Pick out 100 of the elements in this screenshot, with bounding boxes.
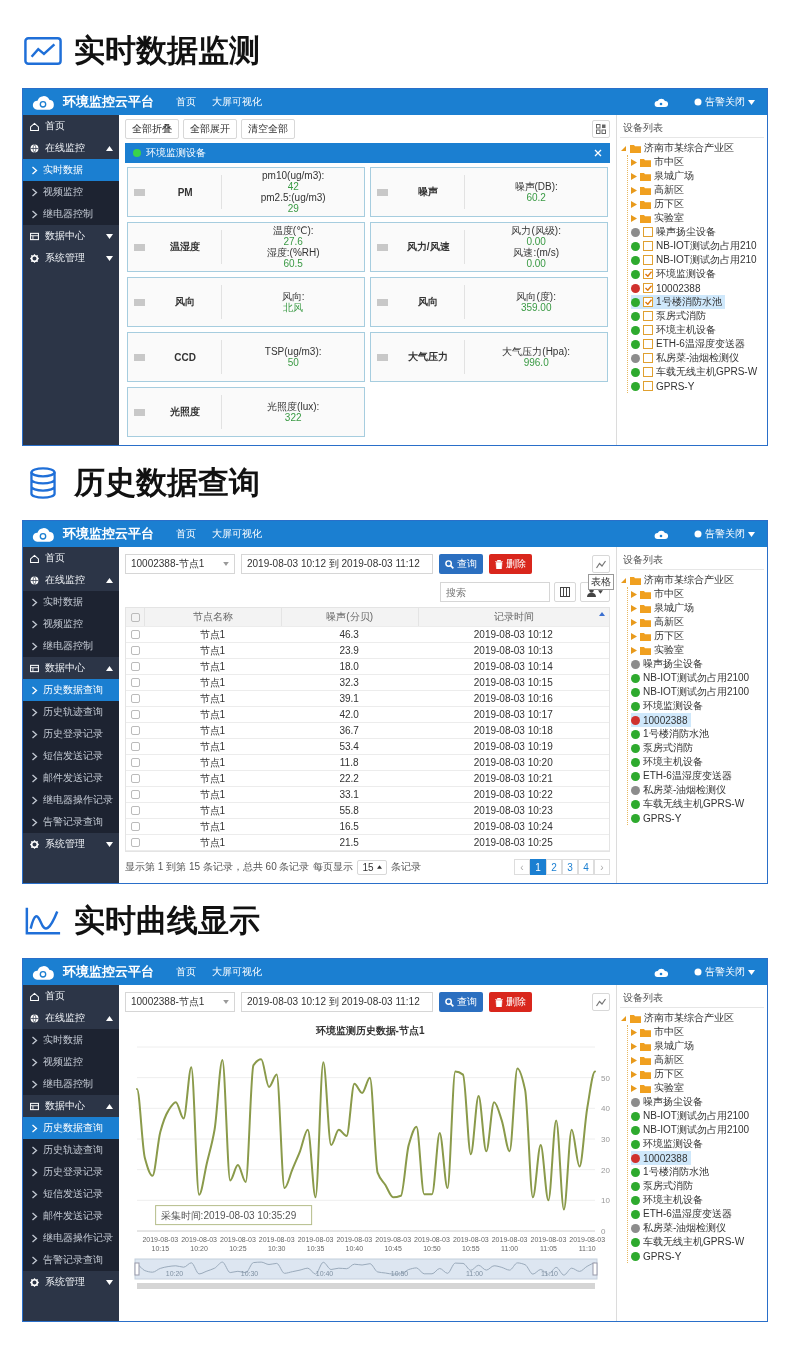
- checkbox[interactable]: [643, 227, 653, 237]
- sidebar-item[interactable]: 系统管理: [23, 247, 119, 269]
- toolbar-button[interactable]: 清空全部: [241, 119, 295, 139]
- tree-item[interactable]: 环境主机设备: [631, 755, 706, 769]
- node-select[interactable]: 10002388-节点1: [125, 992, 235, 1012]
- alarm-menu-button[interactable]: 告警关闭: [690, 963, 759, 981]
- checkbox[interactable]: [130, 742, 140, 751]
- tree-item[interactable]: NB-IOT测试勿占用2100: [631, 671, 753, 685]
- sidebar-item[interactable]: 数据中心: [23, 225, 119, 247]
- sidebar-item[interactable]: 继电器控制: [23, 635, 119, 657]
- alarm-menu-button[interactable]: 告警关闭: [690, 93, 759, 111]
- checkbox[interactable]: [130, 726, 140, 735]
- sidebar-item[interactable]: 在线监控: [23, 569, 119, 591]
- sidebar-item[interactable]: 实时数据: [23, 159, 119, 181]
- tree-item[interactable]: NB-IOT测试勿占用210: [631, 239, 760, 253]
- tree-item[interactable]: 车载无线主机GPRS-W: [631, 365, 761, 379]
- tree-item[interactable]: GPRS-Y: [631, 379, 698, 393]
- tree-item[interactable]: 环境监测设备: [631, 1137, 706, 1151]
- tree-item[interactable]: NB-IOT测试勿占用2100: [631, 1123, 753, 1137]
- checkbox[interactable]: [130, 790, 140, 799]
- checkbox[interactable]: [130, 662, 140, 671]
- chart-toggle-button[interactable]: [592, 993, 610, 1011]
- tree-item[interactable]: 市中区: [631, 155, 687, 169]
- checkbox[interactable]: [643, 381, 653, 391]
- sidebar-item[interactable]: 系统管理: [23, 1271, 119, 1293]
- checkbox[interactable]: [643, 241, 653, 251]
- tree-item[interactable]: 济南市某综合产业区: [620, 573, 737, 587]
- tree-item[interactable]: 济南市某综合产业区: [620, 1011, 737, 1025]
- sidebar-item[interactable]: 告警记录查询: [23, 1249, 119, 1271]
- sidebar-item[interactable]: 继电器控制: [23, 203, 119, 225]
- page-size-select[interactable]: 15: [357, 859, 387, 875]
- nav-link[interactable]: 首页: [176, 965, 196, 979]
- checkbox[interactable]: [643, 353, 653, 363]
- sidebar-item[interactable]: 短信发送记录: [23, 745, 119, 767]
- delete-button[interactable]: 删除: [489, 554, 532, 574]
- tree-item[interactable]: 环境监测设备: [631, 267, 719, 281]
- range-slider[interactable]: [134, 1258, 598, 1280]
- date-range-field[interactable]: 2019-08-03 10:12 到 2019-08-03 11:12: [241, 992, 433, 1012]
- checkbox[interactable]: [130, 758, 140, 767]
- sidebar-item[interactable]: 首页: [23, 985, 119, 1007]
- search-field[interactable]: 搜索: [440, 582, 550, 602]
- checkbox[interactable]: [130, 822, 140, 831]
- checkbox[interactable]: [643, 339, 653, 349]
- sidebar-item[interactable]: 告警记录查询: [23, 811, 119, 833]
- tree-item[interactable]: NB-IOT测试勿占用210: [631, 253, 760, 267]
- sidebar-item[interactable]: 首页: [23, 547, 119, 569]
- sidebar-item[interactable]: 继电器操作记录: [23, 1227, 119, 1249]
- scrollbar[interactable]: [137, 1283, 595, 1289]
- checkbox[interactable]: [130, 774, 140, 783]
- sidebar-item[interactable]: 继电器控制: [23, 1073, 119, 1095]
- tree-item[interactable]: 历下区: [631, 1067, 687, 1081]
- tree-item[interactable]: 1号楼消防水池: [631, 1165, 712, 1179]
- tree-item[interactable]: 泉城广场: [631, 601, 697, 615]
- tree-item[interactable]: 10002388: [631, 713, 691, 727]
- nav-link[interactable]: 大屏可视化: [212, 527, 262, 541]
- columns-button[interactable]: [554, 582, 576, 602]
- tree-item[interactable]: ETH-6温湿度变送器: [631, 337, 748, 351]
- tree-item[interactable]: 泉城广场: [631, 169, 697, 183]
- sidebar-item[interactable]: 实时数据: [23, 1029, 119, 1051]
- sidebar-item[interactable]: 数据中心: [23, 657, 119, 679]
- tree-item[interactable]: NB-IOT测试勿占用2100: [631, 685, 753, 699]
- tree-item[interactable]: 实验室: [631, 211, 687, 225]
- date-range-field[interactable]: 2019-08-03 10:12 到 2019-08-03 11:12: [241, 554, 433, 574]
- sidebar-item[interactable]: 继电器操作记录: [23, 789, 119, 811]
- tree-item[interactable]: 高新区: [631, 183, 687, 197]
- layout-button[interactable]: [592, 120, 610, 138]
- sidebar-item[interactable]: 实时数据: [23, 591, 119, 613]
- tree-item[interactable]: 泵房式消防: [631, 1179, 696, 1193]
- tree-item[interactable]: 泉城广场: [631, 1039, 697, 1053]
- tree-item[interactable]: 泵房式消防: [631, 309, 709, 323]
- sidebar-item[interactable]: 系统管理: [23, 833, 119, 855]
- tree-item[interactable]: NB-IOT测试勿占用2100: [631, 1109, 753, 1123]
- page-button[interactable]: 2: [546, 859, 562, 875]
- tree-item[interactable]: 高新区: [631, 1053, 687, 1067]
- tree-item[interactable]: 实验室: [631, 643, 687, 657]
- tree-item[interactable]: 1号楼消防水池: [631, 727, 712, 741]
- page-button[interactable]: 1: [530, 859, 546, 875]
- sidebar-item[interactable]: 数据中心: [23, 1095, 119, 1117]
- delete-button[interactable]: 删除: [489, 992, 532, 1012]
- tree-item[interactable]: 私房菜-油烟检测仪: [631, 1221, 730, 1235]
- checkbox[interactable]: [130, 694, 140, 703]
- sidebar-item[interactable]: 历史轨迹查询: [23, 701, 119, 723]
- checkbox[interactable]: [130, 838, 140, 847]
- tree-item[interactable]: 泵房式消防: [631, 741, 696, 755]
- sidebar-item[interactable]: 历史登录记录: [23, 723, 119, 745]
- tree-item[interactable]: 私房菜-油烟检测仪: [631, 351, 743, 365]
- tree-item[interactable]: 车载无线主机GPRS-W: [631, 797, 748, 811]
- sidebar-item[interactable]: 历史数据查询: [23, 1117, 119, 1139]
- checkbox[interactable]: [130, 806, 140, 815]
- tree-item[interactable]: 噪声扬尘设备: [631, 1095, 706, 1109]
- checkbox[interactable]: [643, 311, 653, 321]
- sidebar-item[interactable]: 在线监控: [23, 137, 119, 159]
- nav-link[interactable]: 大屏可视化: [212, 95, 262, 109]
- checkbox[interactable]: [130, 646, 140, 655]
- sidebar-item[interactable]: 历史轨迹查询: [23, 1139, 119, 1161]
- tree-item[interactable]: 环境监测设备: [631, 699, 706, 713]
- checkbox[interactable]: [130, 612, 140, 622]
- sidebar-item[interactable]: 邮件发送记录: [23, 1205, 119, 1227]
- page-button[interactable]: 3: [562, 859, 578, 875]
- checkbox[interactable]: [643, 283, 653, 293]
